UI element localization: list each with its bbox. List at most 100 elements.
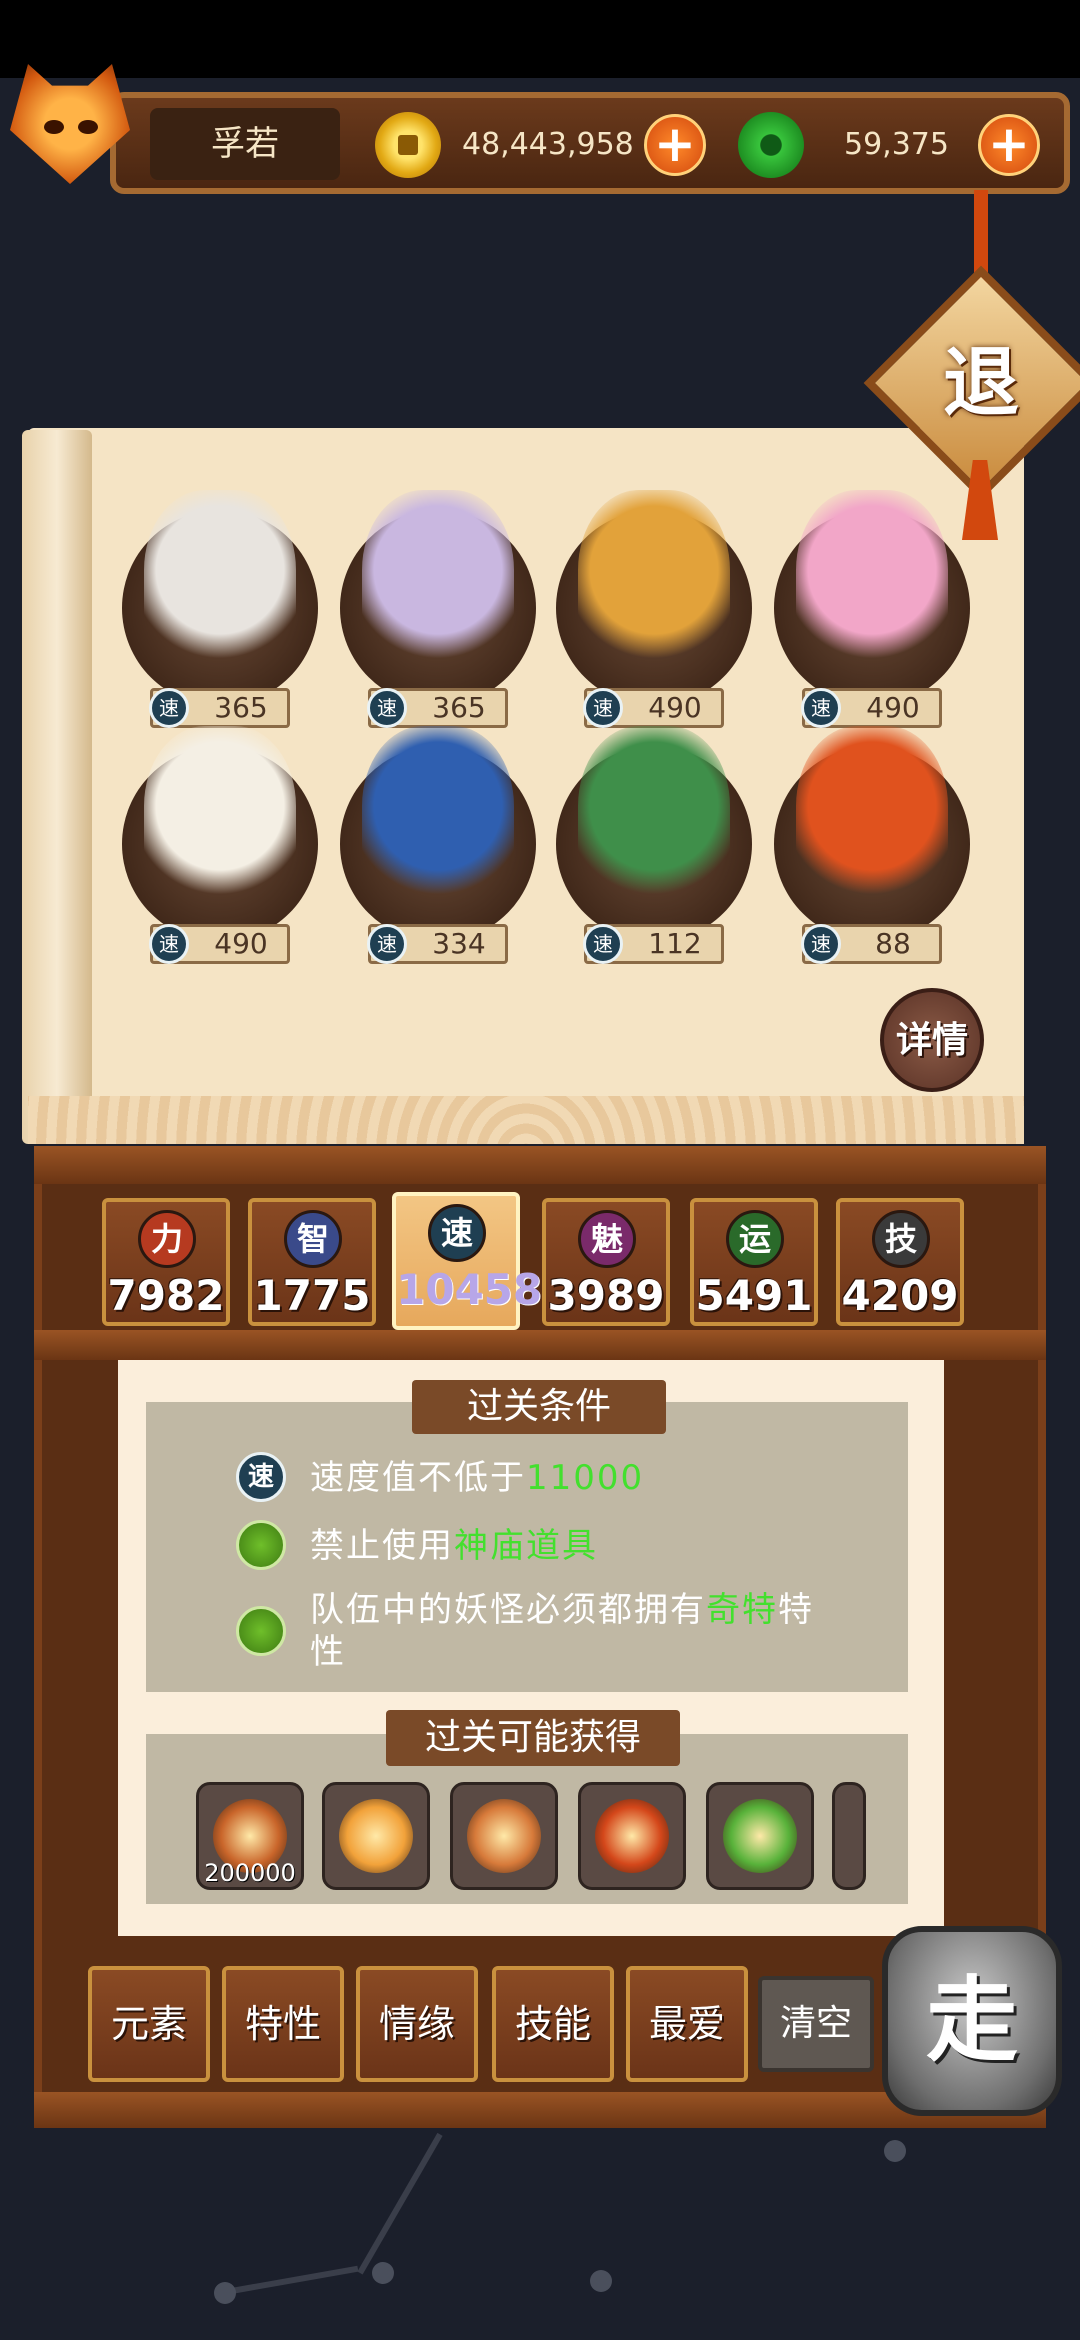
fire-orb-icon bbox=[595, 1799, 669, 1873]
detail-button[interactable]: 详情 bbox=[880, 988, 984, 1092]
reward-item[interactable]: 200000 bbox=[196, 1782, 304, 1890]
stat-tile[interactable]: 技 4209 bbox=[836, 1198, 964, 1326]
monster-speed-value: 490 bbox=[648, 691, 702, 724]
monster-speed-value: 490 bbox=[866, 691, 920, 724]
conditions-title: 过关条件 bbox=[412, 1380, 666, 1434]
avatar-eye bbox=[44, 120, 64, 134]
condition-3-highlight: 奇特 bbox=[706, 1590, 778, 1630]
filter-button[interactable]: 特性 bbox=[222, 1966, 344, 2082]
gold-coin-icon bbox=[375, 112, 441, 178]
scroll-wave-pattern bbox=[28, 1096, 1024, 1144]
monster-speed-value: 365 bbox=[214, 691, 268, 724]
status-bar bbox=[0, 0, 1080, 78]
monster-speed-value: 88 bbox=[875, 927, 911, 960]
condition-1: 速度值不低于11000 bbox=[310, 1456, 644, 1500]
filter-button[interactable]: 元素 bbox=[88, 1966, 210, 2082]
reward-item[interactable] bbox=[706, 1782, 814, 1890]
reward-count: 200000 bbox=[204, 1859, 296, 1887]
condition-3-text: 队伍中的妖怪必须都拥有 bbox=[310, 1590, 706, 1630]
monster-speed-tag: 速 365 bbox=[367, 688, 508, 728]
reward-item[interactable] bbox=[450, 1782, 558, 1890]
monster-portrait[interactable] bbox=[362, 726, 514, 926]
jade-amount: 59,375 bbox=[844, 127, 949, 162]
stat-value: 1775 bbox=[253, 1271, 371, 1320]
monster-slot[interactable]: 速 365 bbox=[340, 490, 536, 730]
stat-value: 3989 bbox=[547, 1271, 665, 1320]
trait-icon bbox=[236, 1520, 286, 1570]
monster-portrait[interactable] bbox=[144, 490, 296, 690]
monster-speed-value: 365 bbox=[432, 691, 486, 724]
monster-portrait[interactable] bbox=[144, 726, 296, 926]
add-jade-button[interactable]: + bbox=[978, 114, 1040, 176]
frame-mid-bar bbox=[34, 1330, 1046, 1360]
stat-tile[interactable]: 运 5491 bbox=[690, 1198, 818, 1326]
speed-icon: 速 bbox=[583, 924, 623, 964]
monster-slot[interactable]: 速 490 bbox=[556, 490, 752, 730]
monster-portrait[interactable] bbox=[796, 490, 948, 690]
filter-button[interactable]: 技能 bbox=[492, 1966, 614, 2082]
filter-button[interactable]: 情缘 bbox=[356, 1966, 478, 2082]
condition-2-text: 禁止使用 bbox=[310, 1526, 454, 1566]
monster-slot[interactable]: 速 334 bbox=[340, 726, 536, 966]
player-name: 孚若 bbox=[150, 108, 340, 180]
stat-tile[interactable]: 速 10458 bbox=[392, 1192, 543, 1330]
condition-3: 队伍中的妖怪必须都拥有奇特特 bbox=[310, 1588, 890, 1632]
monster-speed-value: 112 bbox=[648, 927, 702, 960]
jade-coin-icon bbox=[738, 112, 804, 178]
speed-icon: 速 bbox=[367, 688, 407, 728]
reward-item-partial[interactable] bbox=[832, 1782, 866, 1890]
avatar-eye bbox=[78, 120, 98, 134]
speed-icon: 速 bbox=[801, 688, 841, 728]
speed-icon: 速 bbox=[801, 924, 841, 964]
constellation-star bbox=[884, 2140, 906, 2162]
speed-icon: 速 bbox=[236, 1452, 286, 1502]
speed-icon: 速 bbox=[583, 688, 623, 728]
go-button[interactable]: 走 bbox=[882, 1926, 1062, 2116]
filter-button[interactable]: 最爱 bbox=[626, 1966, 748, 2082]
swirl-orb-icon bbox=[467, 1799, 541, 1873]
stat-tile[interactable]: 力 7982 bbox=[102, 1198, 230, 1326]
monster-slot[interactable]: 速 490 bbox=[122, 726, 318, 966]
stat-value: 10458 bbox=[396, 1265, 543, 1314]
compass-orb-icon bbox=[339, 1799, 413, 1873]
monster-portrait[interactable] bbox=[578, 726, 730, 926]
reward-item[interactable] bbox=[578, 1782, 686, 1890]
constellation-line bbox=[219, 2265, 359, 2296]
monster-speed-tag: 速 334 bbox=[367, 924, 508, 964]
frame-top-bar bbox=[34, 1146, 1046, 1184]
gold-amount: 48,443,958 bbox=[462, 127, 634, 162]
stat-tile[interactable]: 魅 3989 bbox=[542, 1198, 670, 1326]
monster-slot[interactable]: 速 112 bbox=[556, 726, 752, 966]
speed-icon: 速 bbox=[149, 924, 189, 964]
constellation-star bbox=[214, 2282, 236, 2304]
constellation-line bbox=[357, 2132, 443, 2275]
condition-1-highlight: 11000 bbox=[526, 1458, 645, 1498]
constellation-star bbox=[590, 2270, 612, 2292]
add-gold-button[interactable]: + bbox=[644, 114, 706, 176]
stat-icon: 运 bbox=[726, 1210, 784, 1268]
monster-portrait[interactable] bbox=[796, 726, 948, 926]
constellation-star bbox=[372, 2262, 394, 2284]
stat-icon: 技 bbox=[872, 1210, 930, 1268]
condition-1-text: 速度值不低于 bbox=[310, 1458, 526, 1498]
reward-item[interactable] bbox=[322, 1782, 430, 1890]
monster-speed-tag: 速 88 bbox=[801, 924, 942, 964]
clear-button[interactable]: 清空 bbox=[758, 1976, 874, 2072]
monster-speed-value: 490 bbox=[214, 927, 268, 960]
stat-icon: 力 bbox=[138, 1210, 196, 1268]
stat-tile[interactable]: 智 1775 bbox=[248, 1198, 376, 1326]
monster-slot[interactable]: 速 490 bbox=[774, 490, 970, 730]
monster-slot[interactable]: 速 365 bbox=[122, 490, 318, 730]
monster-slot[interactable]: 速 88 bbox=[774, 726, 970, 966]
monster-speed-tag: 速 365 bbox=[149, 688, 290, 728]
stat-value: 4209 bbox=[841, 1271, 959, 1320]
speed-icon: 速 bbox=[149, 688, 189, 728]
monster-portrait[interactable] bbox=[578, 490, 730, 690]
exit-button[interactable]: 退 bbox=[898, 300, 1064, 466]
stat-icon: 速 bbox=[428, 1204, 486, 1262]
monster-speed-tag: 速 490 bbox=[801, 688, 942, 728]
monster-portrait[interactable] bbox=[362, 490, 514, 690]
speed-icon: 速 bbox=[367, 924, 407, 964]
monster-speed-tag: 速 490 bbox=[149, 924, 290, 964]
stat-icon: 魅 bbox=[578, 1210, 636, 1268]
